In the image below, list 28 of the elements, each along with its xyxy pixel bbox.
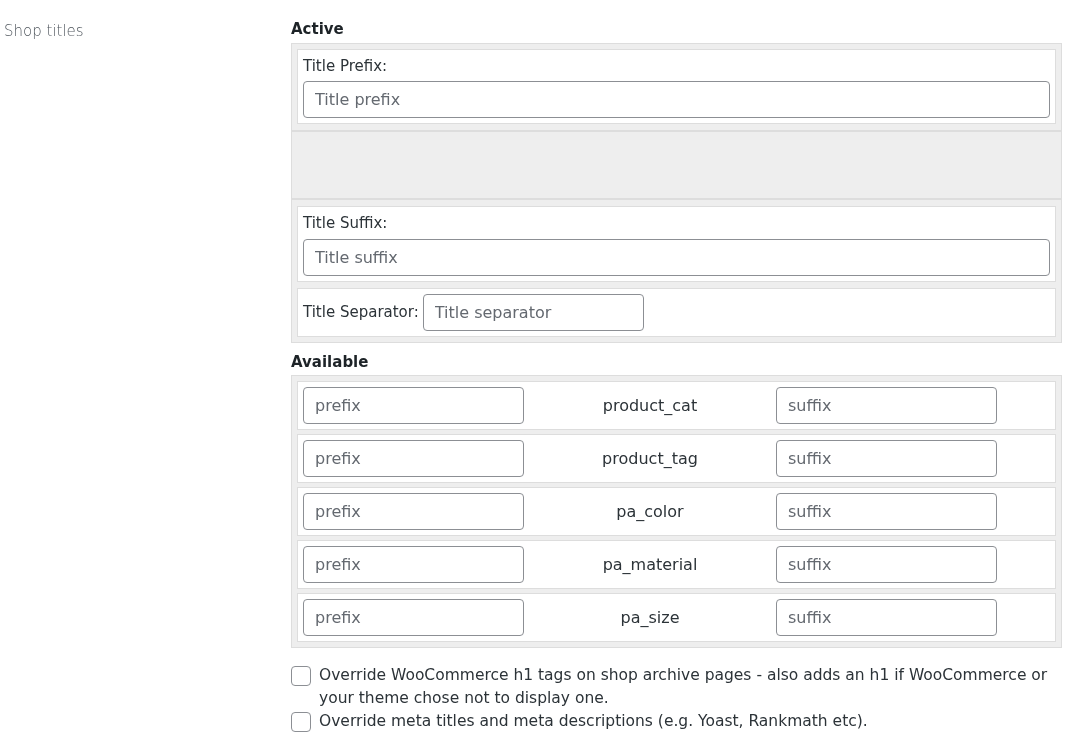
taxonomy-name: pa_color [615, 500, 685, 523]
suffix-field[interactable]: suffix [776, 599, 997, 636]
taxonomy-name: pa_size [619, 606, 681, 629]
taxonomy-name: pa_material [601, 553, 699, 576]
text-field[interactable]: Title suffix [303, 238, 1050, 276]
field-label: Title Suffix: [303, 214, 388, 232]
option-label: Override WooCommerce h1 tags on shop archive pages - also adds an h1 if WooCommerce or your theme chose not to display one. [319, 665, 1049, 709]
checkbox[interactable] [291, 712, 311, 732]
setting-label: Shop titles [4, 22, 84, 40]
field-label: Title Prefix: [303, 56, 388, 75]
suffix-field[interactable]: suffix [776, 440, 997, 477]
taxonomy-name: product_cat [601, 394, 699, 417]
option-label: Override meta titles and meta descriptions (e.g. Yoast, Rankmath etc). [319, 711, 868, 732]
prefix-field[interactable]: prefix [303, 387, 524, 424]
taxonomy-name: product_tag [601, 447, 699, 470]
suffix-field[interactable]: suffix [776, 493, 997, 530]
section-heading: Active [291, 20, 344, 38]
prefix-field[interactable]: prefix [303, 546, 524, 583]
checkbox[interactable] [291, 666, 311, 686]
text-field[interactable]: Title prefix [303, 81, 1050, 118]
prefix-field[interactable]: prefix [303, 599, 524, 636]
suffix-field[interactable]: suffix [776, 546, 997, 583]
field-label: Title Separator: [303, 301, 419, 323]
prefix-field[interactable]: prefix [303, 493, 524, 530]
section-heading: Available [291, 352, 369, 371]
prefix-field[interactable]: prefix [303, 440, 524, 477]
suffix-field[interactable]: suffix [776, 387, 997, 424]
text-field[interactable]: Title separator [422, 293, 644, 331]
